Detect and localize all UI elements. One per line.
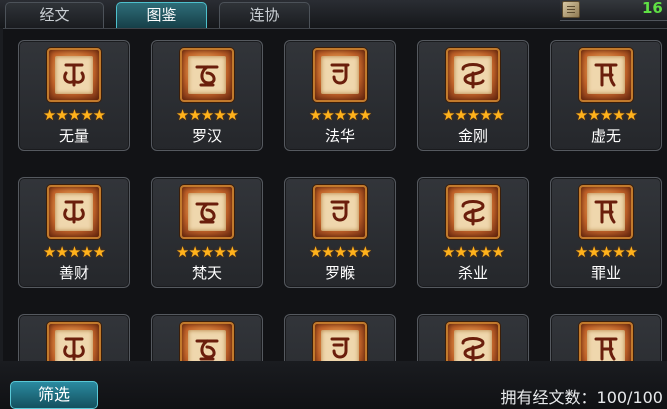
gallery-grid[interactable]: ★★★★★ 无量 ★★★★★ 罗汉 ★★★★★ 法华 ★★★★★ 金刚 ★★★★★ 虚无 ★★★★★… <box>3 28 667 362</box>
gallery-card[interactable]: ★★★★★ 杀业 <box>417 177 529 288</box>
gallery-card[interactable] <box>550 314 662 362</box>
gallery-card[interactable]: ★★★★★ 罗汉 <box>151 40 263 151</box>
card-name: 金刚 <box>457 127 488 145</box>
sanskrit-glyph-icon <box>313 185 367 239</box>
gallery-card[interactable]: ★★★★★ 无量 <box>18 40 130 151</box>
star-rating: ★★★★★ <box>42 106 106 124</box>
gallery-card[interactable]: ★★★★★ 法华 <box>284 40 396 151</box>
star-rating: ★★★★★ <box>175 106 239 124</box>
gallery-card[interactable]: ★★★★★ 罗睺 <box>284 177 396 288</box>
gallery-card[interactable]: ★★★★★ 善财 <box>18 177 130 288</box>
card-name: 杀业 <box>457 264 488 282</box>
card-name: 善财 <box>58 264 89 282</box>
card-name: 法华 <box>324 127 355 145</box>
sanskrit-glyph-icon <box>313 322 367 362</box>
sanskrit-glyph-icon <box>579 48 633 102</box>
sanskrit-glyph-icon <box>47 185 101 239</box>
star-rating: ★★★★★ <box>308 106 372 124</box>
gallery-card[interactable]: ★★★★★ 金刚 <box>417 40 529 151</box>
card-name: 虚无 <box>590 127 621 145</box>
tab-combos[interactable]: 连协 <box>219 2 310 28</box>
star-rating: ★★★★★ <box>175 243 239 261</box>
sanskrit-glyph-icon <box>446 322 500 362</box>
card-name: 罪业 <box>590 264 621 282</box>
star-rating: ★★★★★ <box>441 243 505 261</box>
star-rating: ★★★★★ <box>574 243 638 261</box>
star-rating: ★★★★★ <box>42 243 106 261</box>
scroll-icon <box>562 1 580 18</box>
star-rating: ★★★★★ <box>308 243 372 261</box>
counter-value: 16 <box>642 0 663 17</box>
star-rating: ★★★★★ <box>574 106 638 124</box>
owned-count: 拥有经文数：100/100 <box>500 388 663 407</box>
sanskrit-glyph-icon <box>446 48 500 102</box>
card-name: 梵天 <box>191 264 222 282</box>
filter-button[interactable]: 筛选 <box>10 381 98 409</box>
bottom-bar: 筛选 拥有经文数：100/100 <box>0 361 667 409</box>
card-name: 罗汉 <box>191 127 222 145</box>
sanskrit-glyph-icon <box>579 185 633 239</box>
sanskrit-glyph-icon <box>180 48 234 102</box>
gallery-card[interactable]: ★★★★★ 罪业 <box>550 177 662 288</box>
gallery-card[interactable] <box>417 314 529 362</box>
sanskrit-glyph-icon <box>47 322 101 362</box>
gallery-card[interactable] <box>151 314 263 362</box>
sanskrit-glyph-icon <box>313 48 367 102</box>
star-rating: ★★★★★ <box>441 106 505 124</box>
gallery-card[interactable] <box>18 314 130 362</box>
card-name: 罗睺 <box>324 264 355 282</box>
gallery-card[interactable]: ★★★★★ 虚无 <box>550 40 662 151</box>
sanskrit-glyph-icon <box>180 185 234 239</box>
sanskrit-glyph-icon <box>446 185 500 239</box>
sanskrit-glyph-icon <box>180 322 234 362</box>
tab-scriptures[interactable]: 经文 <box>5 2 104 28</box>
gallery-card[interactable] <box>284 314 396 362</box>
scripture-counter: 16 <box>560 0 667 21</box>
sanskrit-glyph-icon <box>579 322 633 362</box>
top-tab-bar: 经文 图鉴 连协 16 <box>0 0 667 28</box>
card-name: 无量 <box>58 127 89 145</box>
gallery-card[interactable]: ★★★★★ 梵天 <box>151 177 263 288</box>
sanskrit-glyph-icon <box>47 48 101 102</box>
tab-gallery[interactable]: 图鉴 <box>116 2 207 28</box>
